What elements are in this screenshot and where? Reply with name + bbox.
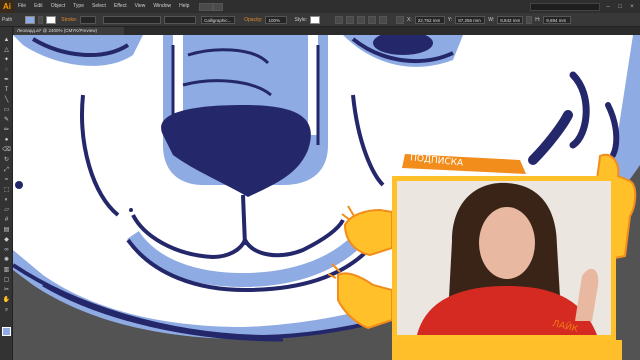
shape-builder-tool-icon[interactable]: ◐ [2, 197, 11, 204]
menu-window[interactable]: Window [149, 0, 175, 13]
presenter-video [397, 181, 611, 335]
perspective-tool-icon[interactable]: ▱ [2, 207, 11, 214]
lasso-tool-icon[interactable]: ◌ [2, 67, 11, 74]
menu-type[interactable]: Type [69, 0, 88, 13]
opacity-field[interactable]: 100% [265, 15, 288, 24]
eraser-tool-icon[interactable]: ⌫ [2, 147, 11, 154]
w-label: W: [488, 16, 495, 23]
maximize-icon[interactable]: □ [616, 3, 624, 11]
variable-width-field[interactable] [103, 15, 162, 24]
close-icon[interactable]: × [628, 3, 636, 11]
brush-preset-field[interactable]: Calligraphic... [201, 15, 236, 24]
isolate-icon[interactable] [379, 15, 387, 24]
thumbs-hand-icon [328, 263, 393, 330]
menu-effect[interactable]: Effect [110, 0, 131, 13]
constrain-proportions-icon[interactable] [526, 15, 533, 24]
transform-icon[interactable] [346, 15, 354, 24]
gradient-tool-icon[interactable]: ▤ [2, 227, 11, 234]
hand-tool-icon[interactable]: ✋ [2, 297, 11, 304]
reference-point-icon[interactable] [396, 15, 404, 24]
style-label: Style: [294, 16, 307, 23]
blend-tool-icon[interactable]: ∞ [2, 247, 11, 254]
minimize-icon[interactable]: – [604, 3, 612, 11]
width-tool-icon[interactable]: ≈ [2, 177, 11, 184]
pencil-tool-icon[interactable]: ✏ [2, 127, 11, 134]
pen-tool-icon[interactable]: ✒ [2, 77, 11, 84]
height-field[interactable]: 9,694 mm [543, 15, 572, 24]
rectangle-tool-icon[interactable]: ▭ [2, 107, 11, 114]
line-tool-icon[interactable]: ╲ [2, 97, 11, 104]
app-logo: Ai [0, 0, 14, 13]
tools-panel: ▲ △ ✦ ◌ ✒ T ╲ ▭ ✎ ✏ ● ⌫ ↻ ⤢ ≈ ⬚ ◐ ▱ # ▤ ◆ ∞ ✺ ▥ ▢ ✂ ✋ ⌕ [0, 27, 13, 360]
opacity-label[interactable]: Opacity: [244, 17, 262, 23]
fill-stroke-swatches[interactable] [2, 327, 11, 336]
eyedropper-tool-icon[interactable]: ◆ [2, 237, 11, 244]
artboard-tool-icon[interactable]: ▢ [2, 277, 11, 284]
brush-definition-field[interactable] [164, 15, 197, 24]
paintbrush-tool-icon[interactable]: ✎ [2, 117, 11, 124]
menu-select[interactable]: Select [88, 0, 110, 13]
h-label: H: [535, 16, 541, 23]
document-tab[interactable]: Леопард.ai* @ 2400% (CMYK/Preview) [14, 27, 124, 35]
align-icon[interactable] [335, 15, 343, 24]
arrange-icon[interactable] [357, 15, 365, 24]
search-input[interactable] [530, 2, 600, 11]
menu-object[interactable]: Object [47, 0, 69, 13]
stroke-swatch[interactable] [46, 15, 57, 24]
pointing-hand-left-icon [341, 205, 393, 257]
webcam-overlay [392, 176, 616, 340]
control-bar: Path Stroke: Calligraphic... Opacity: 10… [0, 13, 640, 27]
graph-tool-icon[interactable]: ▥ [2, 267, 11, 274]
y-field[interactable]: 87,256 mm [455, 15, 486, 24]
workspace-icon[interactable] [213, 2, 224, 11]
blob-brush-tool-icon[interactable]: ● [2, 137, 11, 144]
webcam-bottom-band [392, 340, 622, 360]
x-label: X: [407, 16, 412, 23]
magic-wand-tool-icon[interactable]: ✦ [2, 57, 11, 64]
type-tool-icon[interactable]: T [2, 87, 11, 94]
fill-dropdown-icon[interactable] [38, 15, 44, 24]
zoom-tool-icon[interactable]: ⌕ [2, 307, 11, 314]
recolor-icon[interactable] [368, 15, 376, 24]
fill-swatch[interactable] [25, 15, 36, 24]
stroke-label[interactable]: Stroke: [61, 17, 77, 23]
selection-type-label: Path [2, 16, 13, 23]
menu-help[interactable]: Help [175, 0, 193, 13]
symbol-sprayer-tool-icon[interactable]: ✺ [2, 257, 11, 264]
stroke-weight-field[interactable] [80, 15, 97, 24]
direct-selection-tool-icon[interactable]: △ [2, 47, 11, 54]
menu-view[interactable]: View [131, 0, 150, 13]
selection-tool-icon[interactable]: ▲ [2, 37, 11, 44]
bridge-icon[interactable] [199, 2, 214, 11]
free-transform-tool-icon[interactable]: ⬚ [2, 187, 11, 194]
width-field[interactable]: 8,842 mm [497, 15, 524, 24]
y-label: Y: [447, 16, 453, 23]
mesh-tool-icon[interactable]: # [2, 217, 11, 224]
menu-bar: Ai File Edit Object Type Select Effect V… [0, 0, 640, 13]
x-field[interactable]: 22,752 mm [414, 15, 445, 24]
style-swatch[interactable] [310, 15, 320, 24]
scale-tool-icon[interactable]: ⤢ [2, 167, 11, 174]
rotate-tool-icon[interactable]: ↻ [2, 157, 11, 164]
menu-file[interactable]: File [14, 0, 30, 13]
slice-tool-icon[interactable]: ✂ [2, 287, 11, 294]
menu-edit[interactable]: Edit [30, 0, 47, 13]
